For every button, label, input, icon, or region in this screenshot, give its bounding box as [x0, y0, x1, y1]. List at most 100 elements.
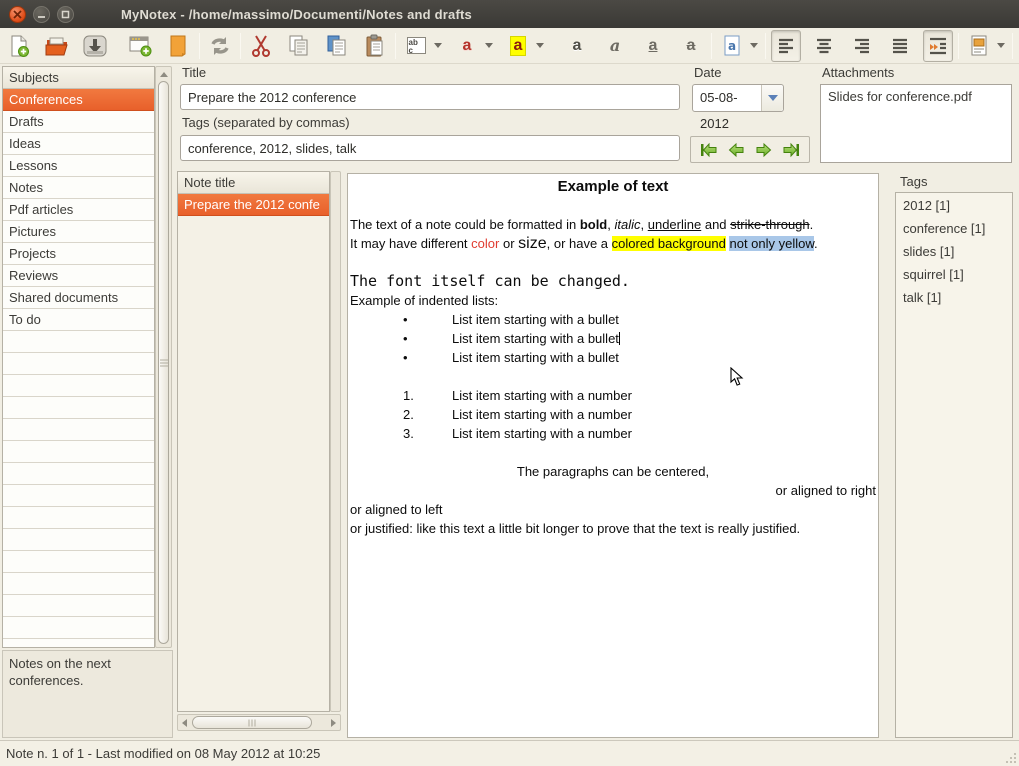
strikethrough-button[interactable]: a: [676, 30, 706, 62]
first-note-button[interactable]: [697, 139, 721, 160]
scrollbar-grip: [252, 719, 253, 726]
chevron-down-icon: [750, 43, 758, 48]
subjects-panel: Subjects Conferences Drafts Ideas Lesson…: [2, 66, 155, 648]
date-dropdown-button[interactable]: [761, 85, 783, 111]
highlight-color-dropdown[interactable]: [533, 30, 546, 62]
subjects-scrollbar-thumb[interactable]: [158, 81, 169, 644]
new-subject-button[interactable]: [126, 30, 156, 62]
subject-item-to-do[interactable]: To do: [3, 309, 154, 331]
note-navigation: [690, 136, 810, 163]
refresh-icon: [207, 34, 233, 58]
change-case-dropdown[interactable]: [431, 30, 444, 62]
editor-heading: Example of text: [350, 177, 876, 196]
resize-grip-icon[interactable]: [1004, 751, 1017, 764]
subjects-scrollbar[interactable]: [155, 66, 172, 648]
last-note-button[interactable]: [779, 139, 803, 160]
tags-input[interactable]: [180, 135, 680, 161]
subject-description-box[interactable]: Notes on the next conferences.: [2, 650, 173, 738]
close-button[interactable]: [9, 6, 26, 23]
notes-list-vscrollbar[interactable]: [330, 171, 341, 712]
underline-icon: a: [649, 37, 658, 55]
font-color-dropdown[interactable]: [482, 30, 495, 62]
editor-lists-intro: Example of indented lists:: [350, 291, 876, 310]
tags-panel: 2012 [1] conference [1] slides [1] squir…: [895, 192, 1013, 738]
paste-button[interactable]: [360, 30, 390, 62]
note-editor[interactable]: Example of text The text of a note could…: [347, 173, 879, 738]
align-left-button[interactable]: [771, 30, 801, 62]
subject-item-pictures[interactable]: Pictures: [3, 221, 154, 243]
bold-button[interactable]: a: [562, 30, 592, 62]
statusbar: Note n. 1 of 1 - Last modified on 08 May…: [0, 740, 1019, 766]
paste-special-button[interactable]: [322, 30, 352, 62]
new-note-icon: [167, 34, 191, 58]
tag-item[interactable]: 2012 [1]: [896, 195, 1012, 218]
date-value: 05-08-2012: [693, 85, 761, 111]
subject-item-lessons[interactable]: Lessons: [3, 155, 154, 177]
previous-note-button[interactable]: [724, 139, 748, 160]
subject-item-conferences[interactable]: Conferences: [3, 89, 154, 111]
italic-button[interactable]: a: [600, 30, 630, 62]
notes-list-hscrollbar-thumb[interactable]: [192, 716, 312, 729]
title-input[interactable]: [180, 84, 680, 110]
insert-file-icon: [969, 34, 989, 58]
align-center-icon: [815, 37, 833, 55]
font-color-button[interactable]: a: [452, 30, 482, 62]
open-file-button[interactable]: [42, 30, 72, 62]
window-controls: [9, 6, 74, 23]
chevron-down-icon: [485, 43, 493, 48]
subject-item-reviews[interactable]: Reviews: [3, 265, 154, 287]
next-note-button[interactable]: [752, 139, 776, 160]
tag-item[interactable]: talk [1]: [896, 287, 1012, 310]
subject-item-notes[interactable]: Notes: [3, 177, 154, 199]
highlight-color-button[interactable]: a: [503, 30, 533, 62]
align-right-button[interactable]: [847, 30, 877, 62]
scrollbar-grip: [160, 362, 168, 363]
next-arrow-icon: [754, 141, 774, 159]
subject-item-projects[interactable]: Projects: [3, 243, 154, 265]
subject-item-shared-documents[interactable]: Shared documents: [3, 287, 154, 309]
align-center-button[interactable]: [809, 30, 839, 62]
maximize-button[interactable]: [57, 6, 74, 23]
bullet-item: •List item starting with a bullet: [350, 329, 876, 348]
tag-item[interactable]: slides [1]: [896, 241, 1012, 264]
date-combo[interactable]: 05-08-2012: [692, 84, 784, 112]
cut-button[interactable]: [246, 30, 276, 62]
indent-button[interactable]: [923, 30, 953, 62]
attachments-box[interactable]: Slides for conference.pdf: [820, 84, 1012, 163]
scroll-up-icon[interactable]: [160, 72, 168, 77]
change-case-button[interactable]: abc: [401, 30, 431, 62]
attachment-item[interactable]: Slides for conference.pdf: [828, 89, 1004, 104]
font-color-icon: a: [463, 37, 472, 55]
underline-button[interactable]: a: [638, 30, 668, 62]
subject-item-drafts[interactable]: Drafts: [3, 111, 154, 133]
paste-special-icon: [325, 34, 349, 58]
save-button[interactable]: [80, 30, 110, 62]
new-file-button[interactable]: [4, 30, 34, 62]
subject-item-pdf-articles[interactable]: Pdf articles: [3, 199, 154, 221]
numbered-item: 1.List item starting with a number: [350, 386, 876, 405]
new-note-button[interactable]: [164, 30, 194, 62]
insert-file-dropdown[interactable]: [994, 30, 1007, 62]
subject-item-ideas[interactable]: Ideas: [3, 133, 154, 155]
tag-item[interactable]: conference [1]: [896, 218, 1012, 241]
minimize-button[interactable]: [33, 6, 50, 23]
editor-left-line: or aligned to left: [350, 500, 876, 519]
scroll-right-icon[interactable]: [331, 719, 336, 727]
tag-item[interactable]: squirrel [1]: [896, 264, 1012, 287]
app-window: MyNotex - /home/massimo/Documenti/Notes …: [0, 0, 1019, 766]
text-style-button[interactable]: a: [717, 30, 747, 62]
attachments-label: Attachments: [822, 65, 894, 80]
copy-button[interactable]: [284, 30, 314, 62]
chevron-down-icon: [536, 43, 544, 48]
chevron-down-icon: [997, 43, 1005, 48]
minimize-icon: [37, 10, 46, 19]
text-style-dropdown[interactable]: [747, 30, 760, 62]
scroll-left-icon[interactable]: [182, 719, 187, 727]
refresh-button[interactable]: [205, 30, 235, 62]
note-item-selected[interactable]: Prepare the 2012 confe: [178, 194, 329, 216]
insert-file-button[interactable]: [964, 30, 994, 62]
notes-list-hscrollbar[interactable]: [177, 714, 341, 731]
justify-button[interactable]: [885, 30, 915, 62]
editor-paragraph-colors: It may have different color or size, or …: [350, 234, 876, 253]
notes-list-header: Note title: [178, 172, 329, 194]
